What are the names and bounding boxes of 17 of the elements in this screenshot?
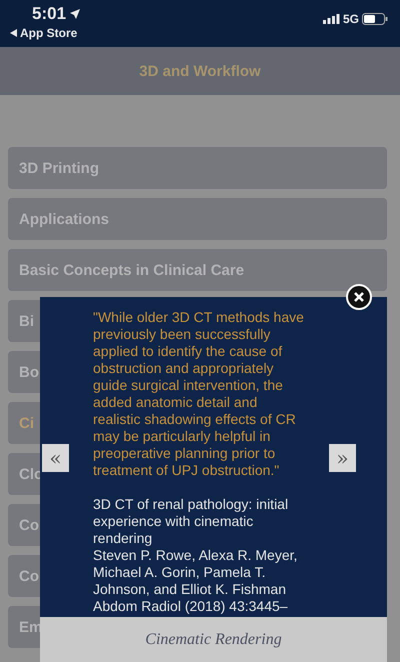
signal-icon xyxy=(322,14,340,24)
back-triangle-icon xyxy=(10,29,17,37)
close-icon xyxy=(354,292,364,302)
page-title: 3D and Workflow xyxy=(139,62,261,80)
caption-text: Cinematic Rendering xyxy=(145,630,282,648)
citation-text: 3D CT of renal pathology: initial experience with cinematic rendering xyxy=(93,496,290,547)
battery-icon xyxy=(362,13,388,25)
citation-text: Steven P. Rowe, Alexa R. Meyer, Michael A. Gorin, Pamela T. Johnson, and Elliot K. Fishman xyxy=(93,547,298,598)
next-button[interactable]: » xyxy=(329,444,356,472)
previous-button[interactable]: « xyxy=(42,444,69,472)
close-button[interactable] xyxy=(346,284,372,310)
location-arrow-icon xyxy=(70,9,80,19)
citation-text: Abdom Radiol (2018) 43:3445– xyxy=(93,598,289,615)
quote-text: "While older 3D CT methods have previously been successfully applied to identify the cause of obstruction and appropriately guide surgical intervention, the added anatomic detail and realistic shadowing effects of CR may be particularly helpful in preoperative planning prior to treatment of UPJ obstruction." xyxy=(93,309,305,479)
back-link[interactable]: App Store xyxy=(20,26,78,40)
network-label: 5G xyxy=(342,12,359,26)
clock-time: 5:01 xyxy=(32,4,66,24)
